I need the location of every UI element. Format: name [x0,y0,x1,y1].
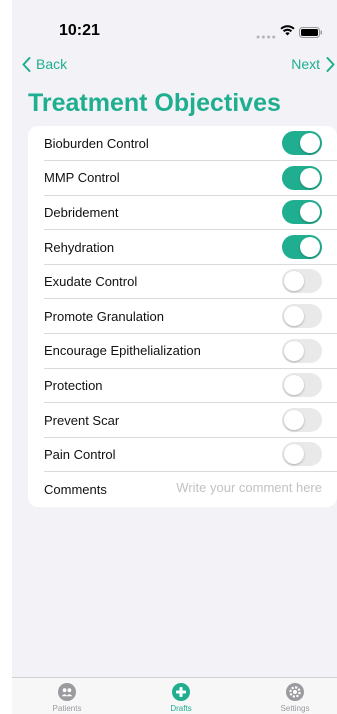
objective-label: Rehydration [44,239,115,255]
tab-label: Settings [280,704,310,713]
comments-label: Comments [44,481,107,497]
toggle-knob [300,167,320,188]
comments-input[interactable] [142,479,322,495]
next-label: Next [291,56,320,72]
objective-row-protection: Protection [28,368,337,403]
protection-toggle[interactable] [282,373,322,398]
tab-settings[interactable]: Settings [265,683,325,713]
back-label: Back [36,56,68,72]
toggle-knob [300,236,320,257]
objective-label: Bioburden Control [44,135,149,151]
toggle-knob [300,133,320,153]
bioburden-control-toggle[interactable] [282,131,322,155]
toggle-knob [284,409,304,430]
objective-label: Encourage Epithelialization [44,343,201,359]
toggle-knob [284,375,304,396]
objective-row-mmp-control: MMP Control [28,161,337,196]
promote-granulation-toggle[interactable] [282,303,322,328]
cellular-signal-icon: ●●●● [256,34,277,41]
objective-row-promote-granulation: Promote Granulation [28,299,337,334]
gear-icon [286,683,304,701]
objective-label: Debridement [44,204,119,220]
tab-bar: Patients Drafts Settings [12,677,337,714]
objective-label: Prevent Scar [44,412,120,428]
navigation-bar: Back Next [12,56,337,80]
toggle-knob [300,202,320,223]
objective-row-encourage-epithelialization: Encourage Epithelialization [28,334,337,369]
objective-label: Promote Granulation [44,308,164,324]
status-time: 10:21 [59,22,100,39]
objective-row-rehydration: Rehydration [28,230,337,265]
objective-label: Protection [44,377,103,393]
back-button[interactable]: Back [22,56,67,72]
tab-label: Patients [52,704,82,713]
comments-row: Comments [28,472,337,507]
tab-label: Drafts [170,704,192,713]
rehydration-toggle[interactable] [282,234,322,259]
objective-label: Exudate Control [44,274,138,290]
prevent-scar-toggle[interactable] [282,407,322,432]
objective-label: Pain Control [44,447,116,463]
mmp-control-toggle[interactable] [282,165,322,190]
chevron-left-icon [22,56,31,72]
page-title: Treatment Objectives [28,89,281,117]
objectives-list: Bioburden Control MMP Control Debridemen… [28,126,337,507]
objective-row-pain-control: Pain Control [28,437,337,472]
app-screen: 10:21 ●●●● Back Next Treatment Objective… [12,0,337,714]
patients-icon [58,683,76,701]
toggle-knob [284,340,304,361]
toggle-knob [284,271,304,292]
plus-circle-icon [172,683,190,701]
objective-label: MMP Control [44,170,120,186]
debridement-toggle[interactable] [282,200,322,225]
objective-row-exudate-control: Exudate Control [28,264,337,299]
tab-patients[interactable]: Patients [37,683,97,713]
tab-drafts[interactable]: Drafts [151,683,211,713]
chevron-right-icon [326,56,335,72]
status-bar: 10:21 ●●●● [12,0,337,50]
objective-row-prevent-scar: Prevent Scar [28,403,337,438]
objective-row-bioburden-control: Bioburden Control [28,126,337,161]
objective-row-debridement: Debridement [28,195,337,230]
battery-icon [299,25,323,43]
toggle-knob [284,305,304,326]
toggle-knob [284,444,304,465]
encourage-epithelialization-toggle[interactable] [282,338,322,363]
pain-control-toggle[interactable] [282,442,322,467]
exudate-control-toggle[interactable] [282,269,322,294]
wifi-icon [280,23,295,41]
next-button[interactable]: Next [291,56,335,72]
